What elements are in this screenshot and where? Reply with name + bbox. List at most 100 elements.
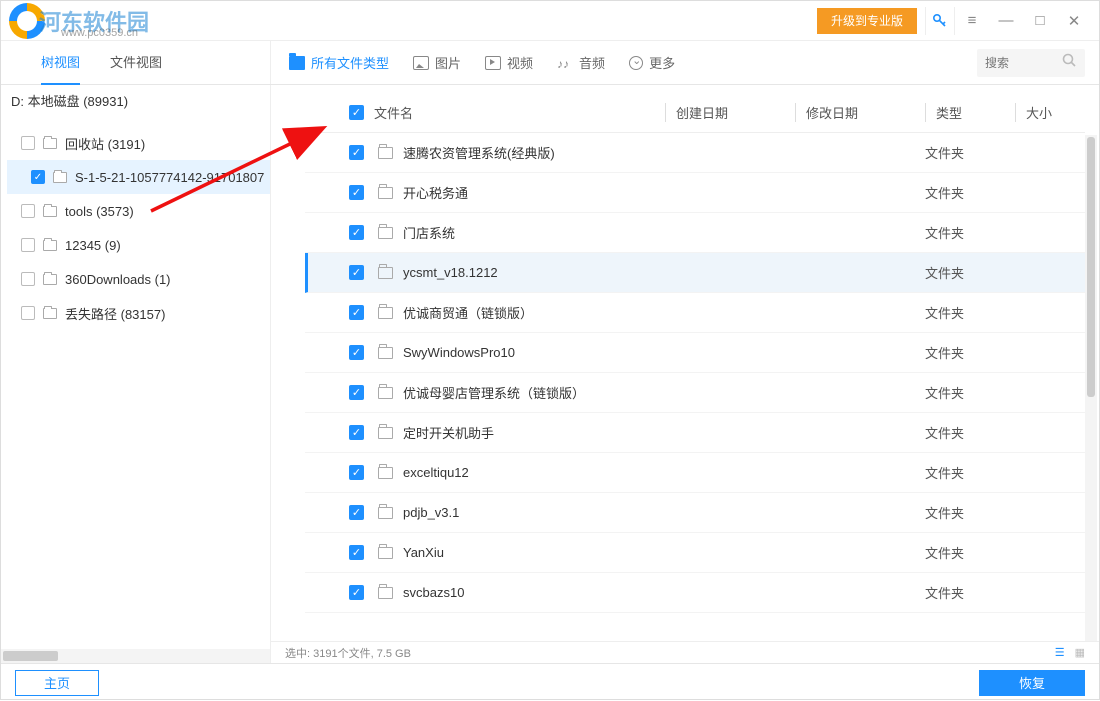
list-view-icon[interactable]: ☰ — [1055, 646, 1065, 659]
row-name: 定时开关机助手 — [403, 423, 665, 442]
sidebar-item[interactable]: 12345 (9) — [7, 228, 270, 262]
folder-icon — [378, 587, 393, 599]
row-checkbox[interactable]: ✓ — [349, 425, 364, 440]
sidebar-item[interactable]: ✓S-1-5-21-1057774142-91701807 — [7, 160, 270, 194]
row-name: 优诚商贸通（链锁版） — [403, 303, 665, 322]
table-row[interactable]: ✓pdjb_v3.1文件夹 — [305, 493, 1085, 533]
filter-video[interactable]: 视频 — [485, 53, 533, 72]
filter-image[interactable]: 图片 — [413, 53, 461, 72]
sidebar-item[interactable]: 360Downloads (1) — [7, 262, 270, 296]
row-name: exceltiqu12 — [403, 465, 665, 480]
search-box[interactable] — [977, 49, 1085, 77]
maximize-icon[interactable]: □ — [1023, 7, 1057, 35]
row-checkbox[interactable]: ✓ — [349, 345, 364, 360]
table-header: ✓ 文件名 创建日期 修改日期 类型 大小 — [305, 93, 1085, 133]
table-row[interactable]: ✓门店系统文件夹 — [305, 213, 1085, 253]
row-type: 文件夹 — [925, 583, 1015, 602]
search-input[interactable] — [985, 56, 1055, 70]
col-name-label[interactable]: 文件名 — [374, 103, 413, 122]
checkbox[interactable]: ✓ — [31, 170, 45, 184]
table-row[interactable]: ✓svcbazs10文件夹 — [305, 573, 1085, 613]
tree-item-label: 360Downloads (1) — [65, 272, 171, 287]
folder-icon — [378, 147, 393, 159]
home-button[interactable]: 主页 — [15, 670, 99, 696]
row-type: 文件夹 — [925, 263, 1015, 282]
table-row[interactable]: ✓开心税务通文件夹 — [305, 173, 1085, 213]
row-name: 优诚母婴店管理系统（链锁版） — [403, 383, 665, 402]
row-checkbox[interactable]: ✓ — [349, 585, 364, 600]
row-name: ycsmt_v18.1212 — [403, 265, 665, 280]
sidebar-item[interactable]: 回收站 (3191) — [7, 126, 270, 160]
checkbox[interactable] — [21, 306, 35, 320]
filter-audio-label: 音频 — [579, 53, 605, 72]
folder-icon — [53, 172, 67, 183]
table-row[interactable]: ✓ SwyWindowsPro10 文件夹 — [305, 333, 1085, 373]
row-name: 开心税务通 — [403, 183, 665, 202]
tab-tree-view[interactable]: 树视图 — [41, 41, 80, 85]
row-checkbox[interactable]: ✓ — [349, 305, 364, 320]
folder-icon — [378, 187, 393, 199]
row-name: 门店系统 — [403, 223, 665, 242]
col-modified-label[interactable]: 修改日期 — [795, 103, 925, 122]
grid-view-icon[interactable]: ▦ — [1075, 646, 1085, 659]
row-checkbox[interactable]: ✓ — [349, 265, 364, 280]
folder-icon — [378, 307, 393, 319]
upgrade-button[interactable]: 升级到专业版 — [817, 8, 917, 34]
menu-icon[interactable]: ≡ — [955, 7, 989, 35]
table-row[interactable]: ✓YanXiu文件夹 — [305, 533, 1085, 573]
folder-icon — [378, 427, 393, 439]
checkbox[interactable] — [21, 238, 35, 252]
col-size-label[interactable]: 大小 — [1015, 103, 1085, 122]
row-type: 文件夹 — [925, 463, 1015, 482]
table-row[interactable]: ✓优诚商贸通（链锁版）文件夹 — [305, 293, 1085, 333]
filter-more-label: 更多 — [649, 53, 675, 72]
table-row[interactable]: ✓速腾农资管理系统(经典版)文件夹 — [305, 133, 1085, 173]
close-icon[interactable]: ✕ — [1057, 7, 1091, 35]
row-checkbox[interactable]: ✓ — [349, 505, 364, 520]
key-icon[interactable] — [925, 7, 955, 35]
folder-icon — [289, 56, 305, 70]
video-icon — [485, 56, 501, 70]
filter-all[interactable]: 所有文件类型 — [289, 53, 389, 72]
row-name: YanXiu — [403, 545, 665, 560]
select-all-checkbox[interactable]: ✓ — [349, 105, 364, 120]
folder-icon — [43, 206, 57, 217]
row-checkbox[interactable]: ✓ — [349, 545, 364, 560]
search-icon[interactable] — [1061, 52, 1077, 73]
image-icon — [413, 56, 429, 70]
filter-all-label: 所有文件类型 — [311, 53, 389, 72]
content-scrollbar[interactable] — [1085, 135, 1097, 641]
table-row[interactable]: ✓优诚母婴店管理系统（链锁版）文件夹 — [305, 373, 1085, 413]
checkbox[interactable] — [21, 204, 35, 218]
checkbox[interactable] — [21, 272, 35, 286]
tree-disk-label[interactable]: D: 本地磁盘 (89931) — [1, 85, 270, 116]
folder-icon — [378, 387, 393, 399]
folder-icon — [378, 507, 393, 519]
sidebar-scrollbar[interactable] — [1, 649, 270, 663]
filter-more[interactable]: 更多 — [629, 53, 675, 72]
file-rows: ✓速腾农资管理系统(经典版)文件夹✓开心税务通文件夹✓门店系统文件夹✓ycsmt… — [305, 133, 1085, 641]
col-type-label[interactable]: 类型 — [925, 103, 1015, 122]
minimize-icon[interactable]: — — [989, 7, 1023, 35]
sidebar-item[interactable]: tools (3573) — [7, 194, 270, 228]
row-type: 文件夹 — [925, 343, 1015, 362]
tab-file-view[interactable]: 文件视图 — [110, 41, 162, 85]
status-text: 选中: 3191个文件, 7.5 GB — [285, 645, 411, 661]
checkbox[interactable] — [21, 136, 35, 150]
view-tabs: 树视图 文件视图 — [1, 41, 271, 84]
filter-audio[interactable]: 音频 — [557, 53, 605, 72]
recover-button[interactable]: 恢复 — [979, 670, 1085, 696]
row-checkbox[interactable]: ✓ — [349, 385, 364, 400]
table-row[interactable]: ✓定时开关机助手文件夹 — [305, 413, 1085, 453]
row-checkbox[interactable]: ✓ — [349, 225, 364, 240]
sidebar-item[interactable]: 丢失路径 (83157) — [7, 296, 270, 330]
col-created-label[interactable]: 创建日期 — [665, 103, 795, 122]
row-checkbox[interactable]: ✓ — [349, 185, 364, 200]
table-row[interactable]: ✓ exceltiqu12 文件夹 — [305, 453, 1085, 493]
row-checkbox[interactable]: ✓ — [349, 145, 364, 160]
folder-icon — [43, 240, 57, 251]
content: ✓ 文件名 创建日期 修改日期 类型 大小 ✓速腾农资管理系统(经典版)文件夹✓… — [271, 85, 1099, 663]
row-name: SwyWindowsPro10 — [403, 345, 665, 360]
table-row[interactable]: ✓ ycsmt_v18.1212 文件夹 — [305, 253, 1085, 293]
row-checkbox[interactable]: ✓ — [349, 465, 364, 480]
